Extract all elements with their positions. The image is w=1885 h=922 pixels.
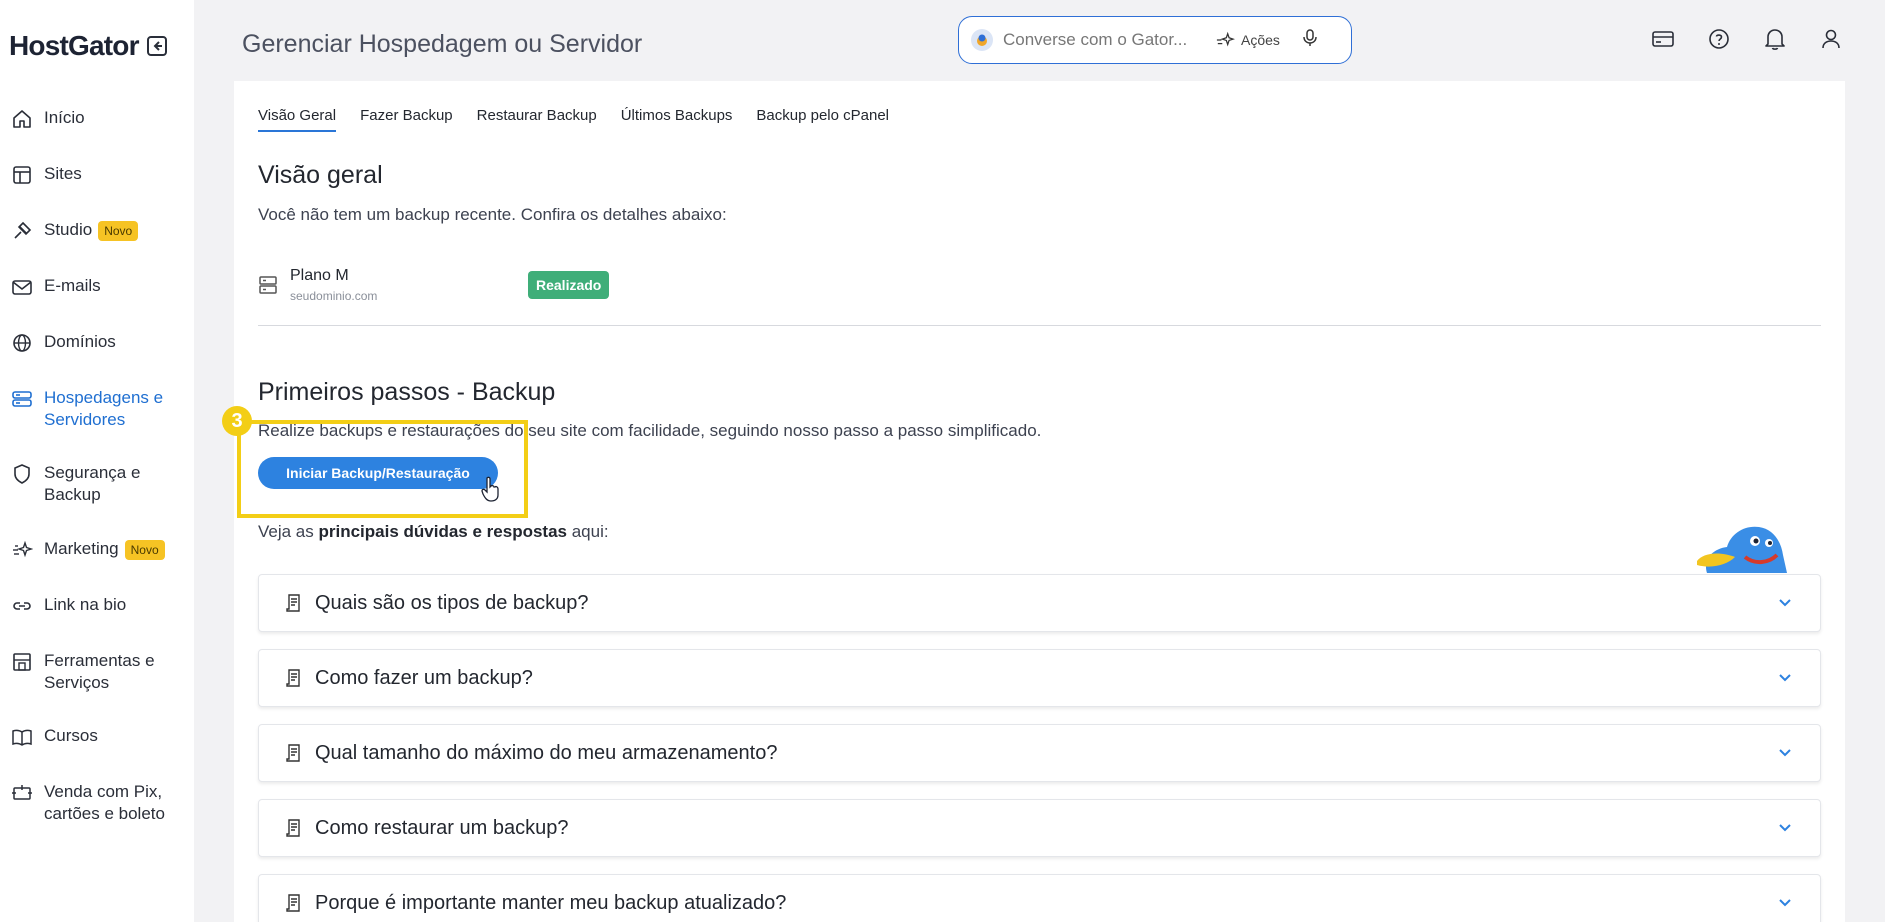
faq-question: Porque é importante manter meu backup at… (315, 891, 787, 914)
logo-row: HostGator (9, 30, 167, 62)
user-icon[interactable] (1818, 26, 1844, 52)
sidebar-item-label: Link na bio (44, 595, 127, 614)
server-icon (10, 387, 34, 411)
chevron-down-icon (1778, 895, 1792, 913)
hand-cursor-icon (481, 476, 499, 507)
sidebar-item-label: Hospedagens e Servidores (44, 388, 164, 429)
sidebar-item-label: E-mails (44, 276, 101, 295)
divider (258, 325, 1821, 326)
receipt-icon (285, 818, 303, 838)
gator-mascot-icon (1697, 521, 1805, 577)
overview-title: Visão geral (258, 161, 383, 189)
sidebar-item-marketing[interactable]: Marketing Novo (10, 538, 190, 562)
actions-label: Ações (1241, 32, 1280, 48)
home-icon (10, 107, 34, 131)
chevron-down-icon (1778, 820, 1792, 838)
first-steps-title: Primeiros passos - Backup (258, 378, 556, 406)
shield-icon (10, 462, 34, 486)
sidebar-item-label: Cursos (44, 726, 98, 745)
sidebar-item-label: Marketing (44, 539, 119, 558)
sidebar-item-dominios[interactable]: Domínios (10, 331, 190, 355)
chevron-down-icon (1778, 595, 1792, 613)
gator-chat-search[interactable]: Ações (958, 16, 1352, 64)
faq-item[interactable]: Qual tamanho do máximo do meu armazename… (258, 724, 1821, 782)
mail-icon (10, 275, 34, 299)
faq-intro-prefix: Veja as (258, 522, 319, 541)
plan-domain: seudominio.com (290, 289, 378, 303)
tab-backup-cpanel[interactable]: Backup pelo cPanel (756, 107, 889, 132)
layout-icon (10, 163, 34, 187)
tab-restaurar-backup[interactable]: Restaurar Backup (477, 107, 597, 132)
sidebar-item-label: Studio (44, 220, 93, 239)
sparkle-actions-icon (1216, 31, 1235, 47)
status-badge: Realizado (528, 271, 610, 299)
tab-ultimos-backups[interactable]: Últimos Backups (621, 107, 733, 132)
sidebar-item-label: Ferramentas e Serviços (44, 651, 155, 692)
help-icon[interactable] (1706, 26, 1732, 52)
new-badge: Novo (124, 540, 165, 560)
sidebar-item-studio[interactable]: Studio Novo (10, 219, 190, 243)
sidebar-item-label: Segurança e Backup (44, 463, 141, 504)
sidebar-item-seguranca[interactable]: Segurança e Backup (10, 462, 190, 506)
faq-intro: Veja as principais dúvidas e respostas a… (258, 522, 609, 542)
receipt-icon (285, 668, 303, 688)
sidebar-item-cursos[interactable]: Cursos (10, 725, 190, 749)
brush-icon (10, 219, 34, 243)
sidebar-item-ferramentas[interactable]: Ferramentas e Serviços (10, 650, 190, 694)
step-number-badge: 3 (222, 406, 252, 436)
chat-input[interactable] (1003, 30, 1203, 50)
page-title: Gerenciar Hospedagem ou Servidor (242, 30, 643, 58)
chevron-down-icon (1778, 745, 1792, 763)
receipt-icon (285, 743, 303, 763)
actions-button[interactable]: Ações (1215, 31, 1280, 49)
sidebar-item-label: Domínios (44, 332, 116, 351)
hostgator-logo[interactable]: HostGator (9, 30, 140, 62)
faq-question: Qual tamanho do máximo do meu armazename… (315, 741, 778, 764)
link-icon (10, 594, 34, 618)
new-badge: Novo (98, 221, 139, 241)
faq-question: Como fazer um backup? (315, 666, 533, 689)
faq-question: Como restaurar um backup? (315, 816, 569, 839)
overview-description: Você não tem um backup recente. Confira … (258, 205, 727, 224)
faq-item[interactable]: Como fazer um backup? (258, 649, 1821, 707)
gator-avatar-icon (971, 29, 993, 51)
tab-visao-geral[interactable]: Visão Geral (258, 107, 337, 132)
tab-fazer-backup[interactable]: Fazer Backup (360, 107, 453, 132)
faq-intro-link: principais dúvidas e respostas (318, 522, 567, 541)
globe-icon (10, 331, 34, 355)
sidebar-item-emails[interactable]: E-mails (10, 275, 190, 299)
header-icons (1650, 26, 1874, 52)
sidebar-item-label: Sites (44, 164, 82, 183)
receipt-icon (285, 593, 303, 613)
sidebar-item-sites[interactable]: Sites (10, 163, 190, 187)
tools-icon (10, 650, 34, 674)
bell-icon[interactable] (1762, 26, 1788, 52)
book-icon (10, 725, 34, 749)
faq-item[interactable]: Quais são os tipos de backup? (258, 574, 1821, 632)
sidebar-item-label: Venda com Pix, cartões e boleto (44, 782, 165, 823)
payment-icon (10, 781, 34, 805)
collapse-sidebar-icon[interactable] (146, 36, 167, 56)
billing-icon[interactable] (1650, 26, 1676, 52)
plan-name: Plano M (290, 267, 349, 284)
sidebar-item-link-na-bio[interactable]: Link na bio (10, 594, 190, 618)
sparkle-icon (10, 538, 34, 562)
receipt-icon (285, 893, 303, 913)
server-plan-icon (258, 275, 278, 300)
sidebar: HostGator Início Sites Studio Novo E-mai… (0, 0, 194, 922)
faq-intro-suffix: aqui: (566, 522, 609, 541)
chevron-down-icon (1778, 670, 1792, 688)
sidebar-item-venda-pix[interactable]: Venda com Pix, cartões e boleto (10, 781, 190, 825)
sidebar-item-inicio[interactable]: Início (10, 107, 190, 131)
plan-row: Plano M seudominio.com (258, 267, 377, 303)
faq-item[interactable]: Como restaurar um backup? (258, 799, 1821, 857)
sidebar-item-label: Início (44, 108, 85, 127)
sidebar-item-hospedagens[interactable]: Hospedagens e Servidores (10, 387, 190, 431)
faq-item[interactable]: Porque é importante manter meu backup at… (258, 874, 1821, 922)
tabs: Visão Geral Fazer Backup Restaurar Backu… (258, 107, 913, 132)
faq-question: Quais são os tipos de backup? (315, 591, 589, 614)
microphone-icon[interactable] (1302, 28, 1318, 53)
